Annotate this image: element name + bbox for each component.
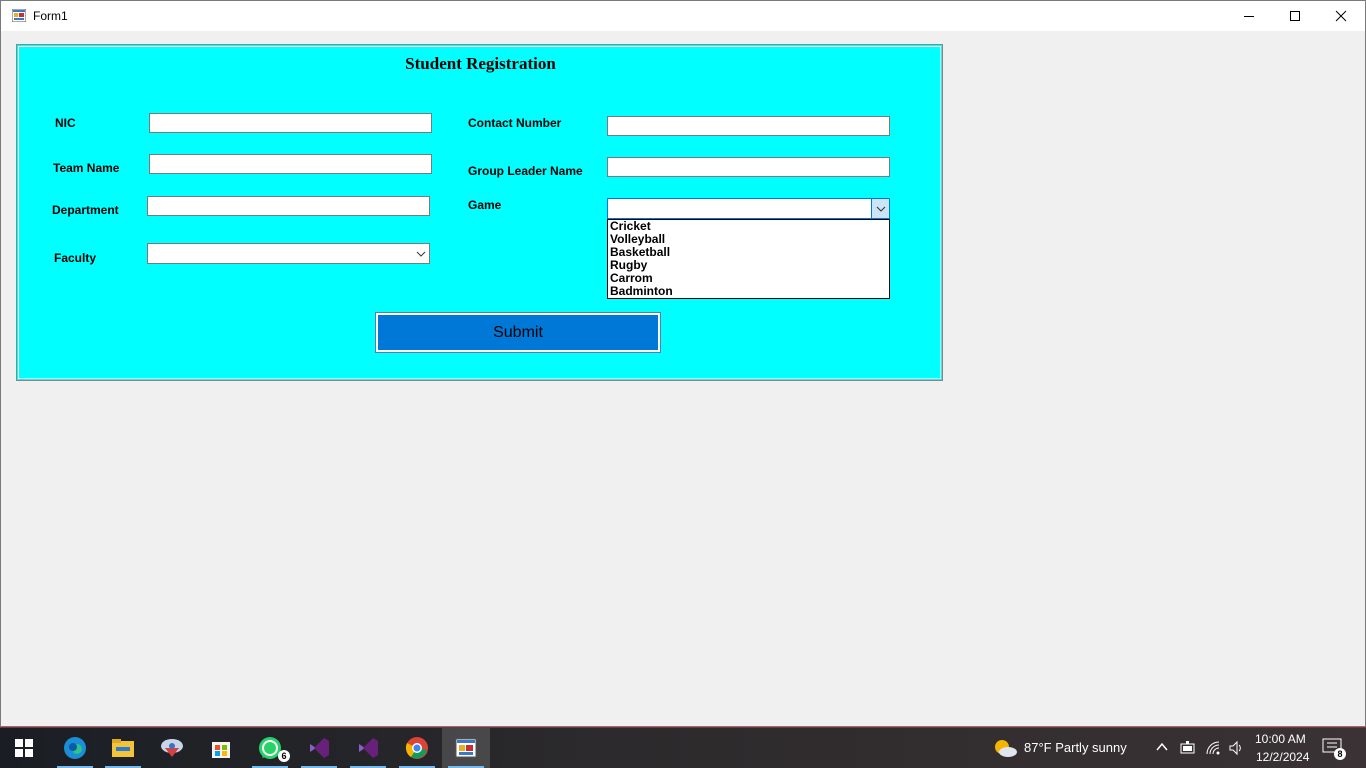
clock-date: 12/2/2024 (1256, 750, 1310, 764)
taskbar-chrome[interactable] (393, 728, 441, 768)
maximize-button[interactable] (1272, 1, 1318, 31)
close-icon (1335, 10, 1347, 22)
app-window: Form1 Student Registration NIC Team Name… (0, 0, 1366, 727)
taskbar-edge[interactable] (51, 728, 99, 768)
department-field[interactable] (147, 196, 430, 216)
form-app-icon (455, 738, 477, 758)
file-explorer-icon (112, 739, 134, 757)
department-label: Department (52, 203, 119, 217)
taskbar-app[interactable] (148, 728, 196, 768)
taskbar: 6 87°F Partly sunny 10:00 AM 12/2/2024 8 (0, 728, 1366, 768)
window-title: Form1 (33, 9, 68, 23)
clock-time: 10:00 AM (1255, 732, 1306, 746)
game-label: Game (468, 198, 502, 212)
volume-button[interactable] (1228, 740, 1244, 761)
start-button[interactable] (0, 728, 48, 768)
visual-studio-icon (359, 738, 378, 758)
game-option-badminton[interactable]: Badminton (608, 285, 889, 298)
form-app-icon (12, 9, 26, 22)
submit-button-label: Submit (378, 315, 658, 350)
nic-label: NIC (55, 116, 76, 130)
weather-widget[interactable]: 87°F Partly sunny (990, 728, 1140, 768)
clock-button[interactable]: 10:00 AM 12/2/2024 (1250, 728, 1314, 768)
partly-sunny-icon (995, 740, 1017, 757)
visual-studio-icon (310, 738, 329, 758)
weather-text: 87°F Partly sunny (1024, 740, 1127, 755)
form-heading: Student Registration (405, 54, 556, 73)
faculty-dropdown[interactable] (147, 243, 430, 264)
nic-field[interactable] (149, 113, 432, 133)
maximize-icon (1290, 11, 1300, 21)
network-button[interactable] (1205, 740, 1221, 761)
show-hidden-icons-button[interactable] (1155, 740, 1169, 759)
chevron-down-icon[interactable] (871, 199, 889, 218)
game-options-list[interactable]: Cricket Volleyball Basketball Rugby Carr… (607, 219, 890, 299)
chevron-up-icon (1156, 742, 1168, 751)
windows-icon (15, 739, 33, 757)
speaker-icon (1229, 740, 1241, 756)
close-button[interactable] (1318, 1, 1364, 31)
faculty-label: Faculty (54, 251, 97, 265)
battery-button[interactable] (1180, 741, 1196, 760)
contact-number-field[interactable] (607, 116, 890, 136)
taskbar-visual-studio-1[interactable] (295, 728, 343, 768)
title-bar[interactable]: Form1 (1, 1, 1365, 31)
team-name-label: Team Name (53, 161, 120, 175)
contact-number-label: Contact Number (468, 116, 562, 130)
notification-badge: 8 (1334, 748, 1346, 760)
chevron-down-icon[interactable] (412, 244, 429, 263)
minimize-icon (1244, 16, 1254, 17)
minimize-button[interactable] (1226, 1, 1272, 31)
wifi-icon (1206, 741, 1220, 755)
game-dropdown[interactable] (607, 198, 890, 219)
taskbar-file-explorer[interactable] (99, 728, 147, 768)
notifications-button[interactable]: 8 (1322, 738, 1352, 762)
group-leader-name-field[interactable] (607, 157, 890, 177)
chrome-icon (405, 737, 428, 759)
taskbar-visual-studio-2[interactable] (344, 728, 392, 768)
team-name-field[interactable] (149, 154, 432, 174)
whatsapp-badge: 6 (278, 750, 290, 762)
submit-button[interactable]: Submit (375, 312, 661, 353)
group-leader-name-label: Group Leader Name (468, 164, 583, 178)
app-icon (161, 739, 183, 757)
taskbar-store[interactable] (197, 728, 245, 768)
edge-icon (64, 737, 86, 759)
taskbar-form-app[interactable] (442, 728, 490, 768)
store-icon (212, 742, 230, 758)
game-option-basketball[interactable]: Basketball (608, 246, 889, 259)
taskbar-whatsapp[interactable]: 6 (246, 728, 294, 768)
battery-icon (1180, 741, 1195, 754)
